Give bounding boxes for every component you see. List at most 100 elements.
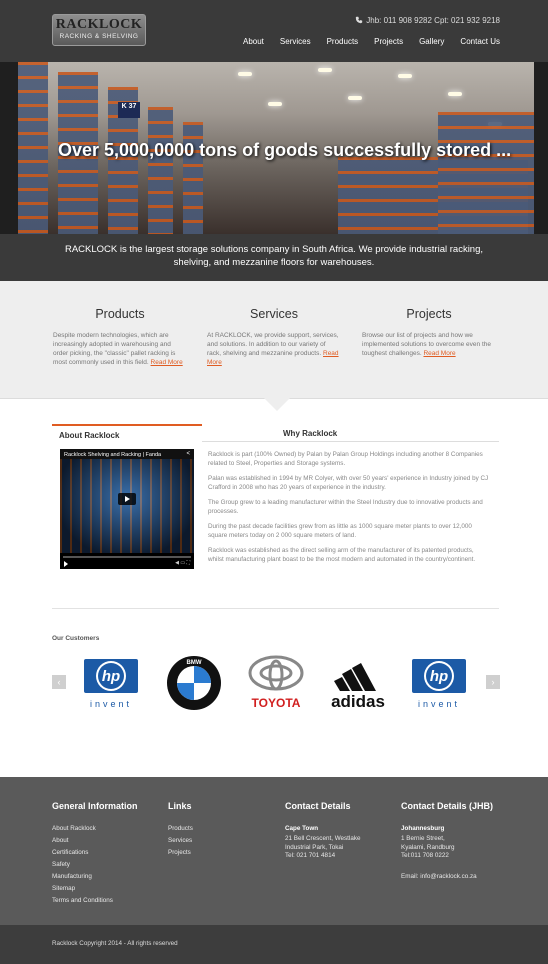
phone-icon: [356, 16, 363, 24]
carousel-next-button[interactable]: ›: [486, 675, 500, 689]
ceiling-light: [448, 92, 462, 96]
svg-text:hp: hp: [430, 668, 448, 685]
footer-link[interactable]: Terms and Conditions: [52, 895, 138, 907]
footer-heading: General Information: [52, 801, 138, 811]
logo-subtext: RACKING & SHELVING: [59, 33, 139, 40]
about-paragraph: Racklock is part (100% Owned) by Palan b…: [208, 451, 483, 467]
read-more-link[interactable]: Read More: [151, 359, 183, 366]
section-arrow: [264, 398, 290, 411]
nav-contact-us[interactable]: Contact Us: [460, 37, 500, 46]
site-header: RACKLOCK RACKING & SHELVING Jhb: 011 908…: [0, 0, 548, 62]
about-paragraph: Racklock was established as the direct s…: [208, 547, 476, 563]
hp-logo: hp invent: [408, 655, 470, 711]
nav-services[interactable]: Services: [280, 37, 311, 46]
adidas-logo: adidas: [320, 655, 396, 711]
features-section: Products Despite modern technologies, wh…: [0, 281, 548, 399]
hero-caption: Over 5,000,0000 tons of goods successful…: [58, 140, 512, 160]
play-icon[interactable]: [64, 561, 68, 567]
ceiling-light: [398, 74, 412, 78]
svg-text:adidas: adidas: [331, 692, 385, 711]
feature-products: Products Despite modern technologies, wh…: [53, 307, 187, 367]
feature-title: Products: [95, 307, 145, 321]
feature-text: Browse our list of projects and how we i…: [362, 332, 491, 357]
nav-gallery[interactable]: Gallery: [419, 37, 444, 46]
nav-about[interactable]: About: [243, 37, 264, 46]
feature-services: Services At RACKLOCK, we provide support…: [207, 307, 341, 367]
footer-contact-cpt: Contact Details Cape Town 21 Bell Cresce…: [285, 801, 360, 861]
rack-right: [438, 112, 534, 234]
rack-left: [148, 107, 173, 234]
feature-projects: Projects Browse our list of projects and…: [362, 307, 496, 358]
video-controls: ◀ ▭ ⛶: [60, 553, 194, 569]
about-paragraph: Palan was established in 1994 by MR Coly…: [208, 475, 489, 491]
footer-address-line: Kyalami, Randburg: [401, 843, 455, 851]
tab-why-racklock[interactable]: Why Racklock: [283, 424, 337, 442]
footer-address-line: Industrial Park, Tokai: [285, 843, 344, 851]
read-more-link[interactable]: Read More: [423, 350, 455, 357]
footer-link[interactable]: About: [52, 835, 138, 847]
bmw-logo: BMW: [166, 655, 222, 711]
ceiling-light: [268, 102, 282, 106]
toyota-logo: TOYOTA: [245, 655, 307, 711]
footer-link[interactable]: Safety: [52, 859, 138, 871]
customers-title: Our Customers: [52, 635, 100, 642]
ceiling-light: [348, 96, 362, 100]
footer-heading: Links: [168, 801, 192, 811]
footer-link[interactable]: About Racklock: [52, 823, 138, 835]
footer-links: Links Products Services Projects: [168, 801, 193, 859]
svg-text:BMW: BMW: [187, 660, 202, 666]
about-text: Racklock is part (100% Owned) by Palan b…: [208, 451, 490, 571]
play-button[interactable]: [118, 493, 136, 505]
svg-text:TOYOTA: TOYOTA: [252, 696, 301, 710]
video-player[interactable]: Racklock Shelving and Racking | Fanda < …: [60, 449, 194, 569]
footer-address-line: 21 Bell Crescent, Westlake: [285, 835, 361, 842]
footer-link[interactable]: Manufacturing: [52, 871, 138, 883]
svg-text:invent: invent: [418, 699, 460, 709]
ceiling-light: [318, 68, 332, 72]
feature-text: Despite modern technologies, which are i…: [53, 332, 183, 366]
main-nav: About Services Products Projects Gallery…: [243, 37, 500, 46]
rack-left: [18, 62, 48, 234]
nav-products[interactable]: Products: [327, 37, 359, 46]
video-progress-bar[interactable]: [63, 556, 191, 558]
rack-left: [183, 122, 203, 234]
footer-link[interactable]: Certifications: [52, 847, 138, 859]
footer-address-line: Tel:011 708 0222: [401, 852, 449, 859]
feature-text: At RACKLOCK, we provide support, service…: [207, 332, 339, 366]
footer-region: Johannesburg: [401, 825, 445, 832]
footer-contact-jhb: Contact Details (JHB) Johannesburg 1 Ber…: [401, 801, 493, 883]
svg-text:invent: invent: [90, 699, 132, 709]
feature-title: Services: [250, 307, 298, 321]
hero-banner: K 37 Over 5,000,0000 tons of goods succe…: [18, 62, 534, 234]
footer-general-info: General Information About Racklock About…: [52, 801, 138, 907]
tab-about-racklock[interactable]: About Racklock: [52, 424, 202, 442]
footer-email[interactable]: Email: info@racklock.co.za: [401, 871, 493, 883]
contact-numbers: Jhb: 011 908 9282 Cpt: 021 932 9218: [366, 16, 500, 25]
footer-region: Cape Town: [285, 825, 319, 832]
footer-link[interactable]: Projects: [168, 847, 193, 859]
footer-link[interactable]: Sitemap: [52, 883, 138, 895]
footer-address-line: 1 Bernie Street,: [401, 835, 445, 842]
video-title: Racklock Shelving and Racking | Fanda: [64, 452, 162, 458]
about-tabs: About Racklock Why Racklock: [52, 424, 499, 442]
about-paragraph: During the past decade facilities grew f…: [208, 523, 472, 539]
nav-projects[interactable]: Projects: [374, 37, 403, 46]
ceiling-light: [238, 72, 252, 76]
video-settings-icons[interactable]: ◀ ▭ ⛶: [175, 560, 190, 566]
share-icon[interactable]: <: [186, 451, 190, 457]
header-contact: Jhb: 011 908 9282 Cpt: 021 932 9218: [355, 16, 500, 25]
copyright: Racklock Copyright 2014 - All rights res…: [0, 925, 548, 964]
svg-text:hp: hp: [102, 668, 120, 685]
carousel-prev-button[interactable]: ‹: [52, 675, 66, 689]
about-paragraph: The Group grew to a leading manufacturer…: [208, 499, 483, 515]
footer-link[interactable]: Services: [168, 835, 193, 847]
aisle-sign: K 37: [118, 102, 140, 118]
footer-heading: Contact Details: [285, 801, 351, 811]
racklock-logo[interactable]: RACKLOCK RACKING & SHELVING: [52, 14, 146, 46]
footer-link[interactable]: Products: [168, 823, 193, 835]
logo-text: RACKLOCK: [55, 17, 143, 32]
site-footer: General Information About Racklock About…: [0, 777, 548, 925]
feature-title: Projects: [406, 307, 452, 321]
footer-heading: Contact Details (JHB): [401, 801, 494, 811]
video-thumbnail: [60, 459, 194, 555]
